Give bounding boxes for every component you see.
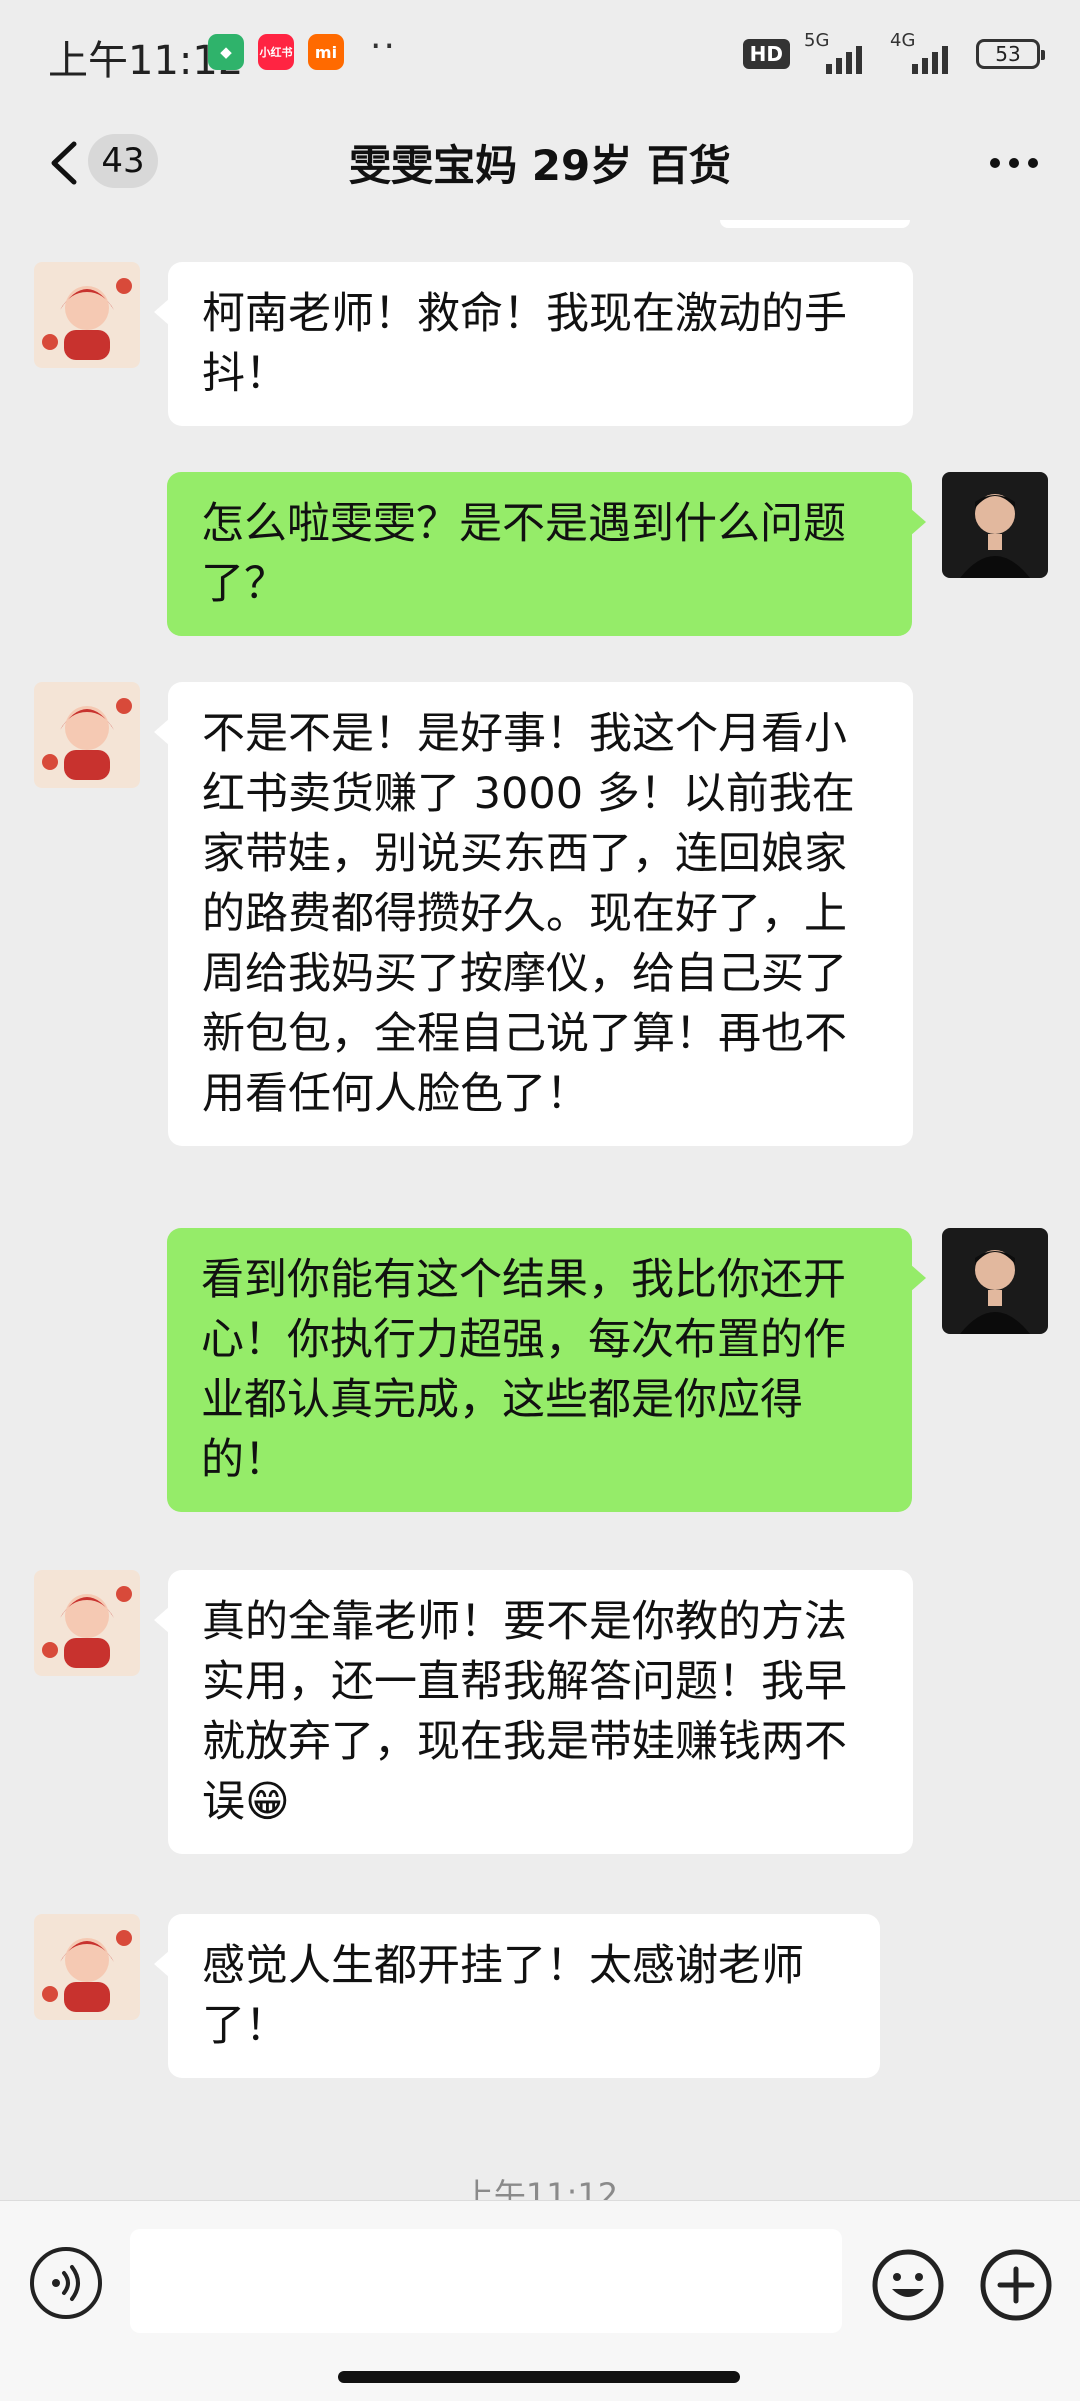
sent-message-bubble[interactable]: 看到你能有这个结果，我比你还开心！你执行力超强，每次布置的作业都认真完成，这些都… xyxy=(167,1228,926,1512)
received-message-bubble[interactable]: 柯南老师！救命！我现在激动的手抖！ xyxy=(154,262,913,426)
message-input[interactable] xyxy=(130,2229,842,2333)
customer-avatar[interactable] xyxy=(34,1914,140,2020)
teacher-avatar[interactable] xyxy=(942,472,1048,578)
plus-icon[interactable] xyxy=(978,2247,1054,2323)
hd-badge: HD xyxy=(742,39,790,69)
home-indicator[interactable] xyxy=(338,2371,740,2383)
message-list[interactable]: 柯南老师！救命！我现在激动的手抖！ 怎么啦雯雯？是不是遇到什么问题了？ 不是不是… xyxy=(0,220,1080,2200)
voice-icon xyxy=(52,2265,80,2301)
message-timestamp: 上午11:12 xyxy=(461,2176,619,2200)
status-indicators: HD 5G 4G 53 xyxy=(742,30,1045,74)
xiaohongshu-app-icon: 小红书 xyxy=(258,34,294,70)
battery-icon: 53 xyxy=(976,39,1045,69)
received-message-bubble[interactable]: 真的全靠老师！要不是你教的方法实用，还一直帮我解答问题！我早就放弃了，现在我是带… xyxy=(154,1570,913,1854)
customer-avatar[interactable] xyxy=(34,1570,140,1676)
signal-5g-icon: 5G xyxy=(804,30,876,74)
signal-4g-icon: 4G xyxy=(890,30,962,74)
previous-message-edge xyxy=(720,220,910,228)
customer-avatar[interactable] xyxy=(34,262,140,368)
chat-header: 43 雯雯宝妈 29岁 百货 xyxy=(0,110,1080,220)
teacher-avatar[interactable] xyxy=(942,1228,1048,1334)
voice-input-button[interactable] xyxy=(30,2247,102,2319)
customer-avatar[interactable] xyxy=(34,682,140,788)
chat-input-bar xyxy=(0,2200,1080,2401)
received-message-bubble[interactable]: 感觉人生都开挂了！太感谢老师了！ xyxy=(154,1914,880,2078)
emoji-icon[interactable] xyxy=(870,2247,946,2323)
more-options-icon[interactable] xyxy=(988,156,1040,170)
mi-app-icon: mi xyxy=(308,34,344,70)
more-notifications-icon: ·· xyxy=(370,26,397,67)
status-bar: 上午11:12 ◆ 小红书 mi ·· HD 5G 4G 53 xyxy=(0,0,1080,110)
chat-title: 雯雯宝妈 29岁 百货 xyxy=(349,141,731,190)
security-app-icon: ◆ xyxy=(208,34,244,70)
received-message-bubble[interactable]: 不是不是！是好事！我这个月看小红书卖货赚了 3000 多！以前我在家带娃，别说买… xyxy=(154,682,913,1146)
sent-message-bubble[interactable]: 怎么啦雯雯？是不是遇到什么问题了？ xyxy=(167,472,926,636)
